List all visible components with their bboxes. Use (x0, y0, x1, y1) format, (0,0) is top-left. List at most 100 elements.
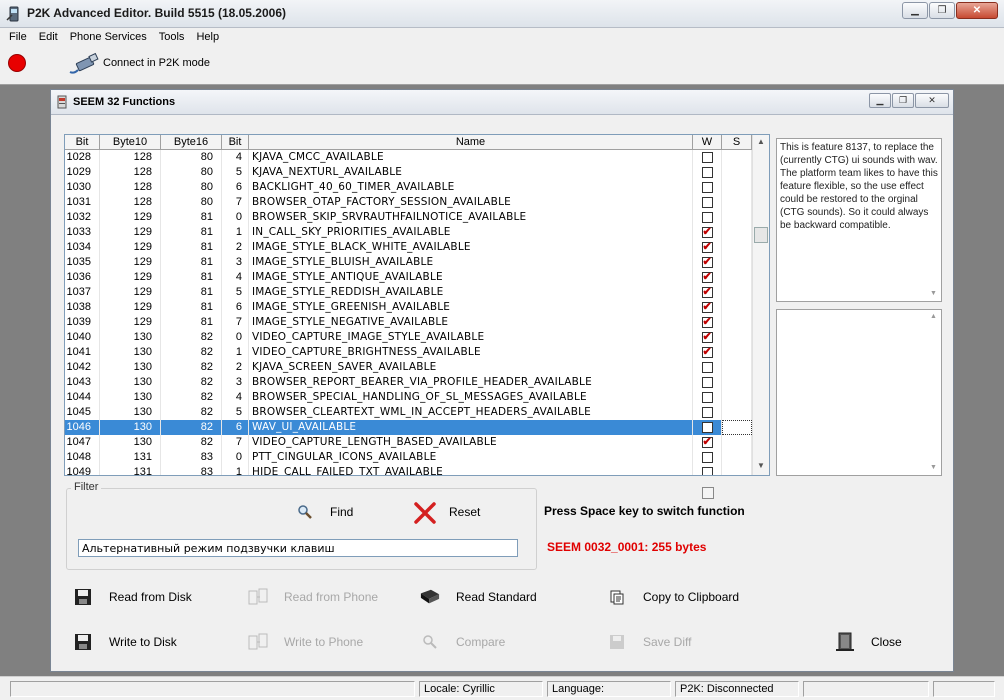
table-row[interactable]: 1038 129 81 6 IMAGE_STYLE_GREENISH_AVAILABLE (65, 300, 753, 315)
table-row[interactable]: 1028 128 80 4 KJAVA_CMCC_AVAILABLE (65, 150, 753, 165)
cell-s[interactable] (722, 240, 752, 255)
w-checkbox[interactable] (701, 407, 713, 418)
w-checkbox[interactable] (701, 285, 713, 300)
cell-s[interactable] (722, 345, 752, 360)
child-minimize-button[interactable]: ▁ (869, 93, 891, 108)
close-button[interactable]: ✕ (956, 2, 998, 19)
table-row[interactable]: 1046 130 82 6 WAV_UI_AVAILABLE (65, 420, 753, 435)
grid-scrollbar[interactable]: ▲ ▼ (752, 135, 769, 475)
functions-grid[interactable]: Bit Byte10 Byte16 Bit Name W S 1028 128 80… (64, 134, 770, 476)
write-to-phone-button[interactable]: Write to Phone (248, 632, 363, 652)
table-row[interactable]: 1048 131 83 0 PTT_CINGULAR_ICONS_AVAILABLE (65, 450, 753, 465)
menu-tools[interactable]: Tools (153, 31, 191, 43)
column-byte10[interactable]: Byte10 (100, 135, 161, 150)
cell-s[interactable] (722, 165, 752, 180)
table-row[interactable]: 1030 128 80 6 BACKLIGHT_40_60_TIMER_AVAILABL… (65, 180, 753, 195)
cell-s[interactable] (722, 390, 752, 405)
save-diff-button[interactable]: Save Diff (607, 632, 691, 652)
maximize-button[interactable]: ❐ (929, 2, 955, 19)
cell-s[interactable] (722, 435, 752, 450)
cell-s[interactable] (722, 285, 752, 300)
menu-edit[interactable]: Edit (33, 31, 64, 43)
cell-s[interactable] (722, 225, 752, 240)
w-checkbox[interactable] (701, 315, 713, 330)
column-bit[interactable]: Bit (65, 135, 100, 150)
column-byte16[interactable]: Byte16 (161, 135, 222, 150)
cell-s[interactable] (722, 315, 752, 330)
connect-p2k-button[interactable]: Connect in P2K mode (103, 57, 210, 69)
w-checkbox[interactable] (701, 377, 713, 388)
w-checkbox[interactable] (701, 452, 713, 463)
cell-s[interactable] (722, 465, 752, 475)
reset-button[interactable]: Reset (449, 505, 480, 519)
table-row[interactable]: 1037 129 81 5 IMAGE_STYLE_REDDISH_AVAILABLE (65, 285, 753, 300)
close-window-button[interactable]: Close (835, 632, 902, 652)
table-row[interactable]: 1041 130 82 1 VIDEO_CAPTURE_BRIGHTNESS_AVAIL… (65, 345, 753, 360)
table-row[interactable]: 1042 130 82 2 KJAVA_SCREEN_SAVER_AVAILABLE (65, 360, 753, 375)
w-checkbox[interactable] (701, 197, 713, 208)
w-checkbox[interactable] (701, 300, 713, 315)
table-row[interactable]: 1035 129 81 3 IMAGE_STYLE_BLUISH_AVAILABLE (65, 255, 753, 270)
w-checkbox[interactable] (701, 392, 713, 403)
table-row[interactable]: 1044 130 82 4 BROWSER_SPECIAL_HANDLING_OF_SL… (65, 390, 753, 405)
scroll-up-icon[interactable]: ▲ (757, 137, 765, 146)
read-standard-button[interactable]: Read Standard (420, 587, 537, 607)
w-checkbox[interactable] (701, 152, 713, 163)
cell-s[interactable] (722, 300, 752, 315)
cell-s[interactable] (722, 255, 752, 270)
cell-s[interactable] (722, 150, 752, 165)
child-close-button[interactable]: ✕ (915, 93, 949, 108)
menu-help[interactable]: Help (190, 31, 225, 43)
w-checkbox[interactable] (701, 467, 713, 475)
cell-s[interactable] (722, 405, 752, 420)
w-checkbox[interactable] (701, 182, 713, 193)
table-row[interactable]: 1033 129 81 1 IN_CALL_SKY_PRIORITIES_AVAILAB… (65, 225, 753, 240)
cell-s[interactable] (722, 360, 752, 375)
cell-s[interactable] (722, 330, 752, 345)
w-checkbox[interactable] (701, 270, 713, 285)
panel-scroll-down-icon[interactable]: ▼ (930, 464, 950, 471)
panel-scroll-up-icon[interactable]: ▲ (930, 313, 950, 320)
cell-s[interactable] (722, 210, 752, 225)
cell-s[interactable] (722, 180, 752, 195)
usb-cable-icon[interactable] (68, 52, 100, 76)
red-x-icon[interactable] (413, 501, 437, 525)
table-row[interactable]: 1045 130 82 5 BROWSER_CLEARTEXT_WML_IN_ACCEP… (65, 405, 753, 420)
table-row[interactable]: 1039 129 81 7 IMAGE_STYLE_NEGATIVE_AVAILABLE (65, 315, 753, 330)
column-bit-index[interactable]: Bit (222, 135, 249, 150)
w-checkbox[interactable] (701, 240, 713, 255)
column-s[interactable]: S (722, 135, 752, 150)
compare-button[interactable]: Compare (420, 632, 505, 652)
desc-scroll-down-icon[interactable]: ▼ (930, 290, 950, 297)
menu-file[interactable]: File (3, 31, 33, 43)
table-row[interactable]: 1034 129 81 2 IMAGE_STYLE_BLACK_WHITE_AVAILA… (65, 240, 753, 255)
table-row[interactable]: 1040 130 82 0 VIDEO_CAPTURE_IMAGE_STYLE_AVAI… (65, 330, 753, 345)
child-maximize-button[interactable]: ❐ (892, 93, 914, 108)
write-to-disk-button[interactable]: Write to Disk (73, 632, 177, 652)
w-checkbox[interactable] (701, 255, 713, 270)
table-row[interactable]: 1032 129 81 0 BROWSER_SKIP_SRVRAUTHFAILNOTIC… (65, 210, 753, 225)
table-row[interactable]: 1029 128 80 5 KJAVA_NEXTURL_AVAILABLE (65, 165, 753, 180)
w-checkbox[interactable] (701, 345, 713, 360)
w-checkbox[interactable] (701, 330, 713, 345)
cell-s[interactable] (722, 195, 752, 210)
magnifier-icon[interactable] (297, 504, 313, 520)
menu-phone-services[interactable]: Phone Services (64, 31, 153, 43)
table-row[interactable]: 1043 130 82 3 BROWSER_REPORT_BEARER_VIA_PROF… (65, 375, 753, 390)
cell-s[interactable] (722, 450, 752, 465)
read-from-phone-button[interactable]: Read from Phone (248, 587, 378, 607)
column-name[interactable]: Name (249, 135, 693, 150)
copy-to-clipboard-button[interactable]: Copy to Clipboard (607, 587, 739, 607)
w-checkbox[interactable] (701, 435, 713, 450)
table-row[interactable]: 1049 131 83 1 HIDE_CALL_FAILED_TXT_AVAILABLE (65, 465, 753, 475)
filter-input[interactable] (78, 539, 518, 557)
cell-s[interactable] (722, 420, 752, 435)
minimize-button[interactable]: ▁ (902, 2, 928, 19)
scroll-down-icon[interactable]: ▼ (757, 461, 765, 470)
table-row[interactable]: 1047 130 82 7 VIDEO_CAPTURE_LENGTH_BASED_AVA… (65, 435, 753, 450)
cell-s[interactable] (722, 375, 752, 390)
w-checkbox[interactable] (701, 362, 713, 373)
cell-s[interactable] (722, 270, 752, 285)
read-from-disk-button[interactable]: Read from Disk (73, 587, 192, 607)
table-row[interactable]: 1036 129 81 4 IMAGE_STYLE_ANTIQUE_AVAILABLE (65, 270, 753, 285)
